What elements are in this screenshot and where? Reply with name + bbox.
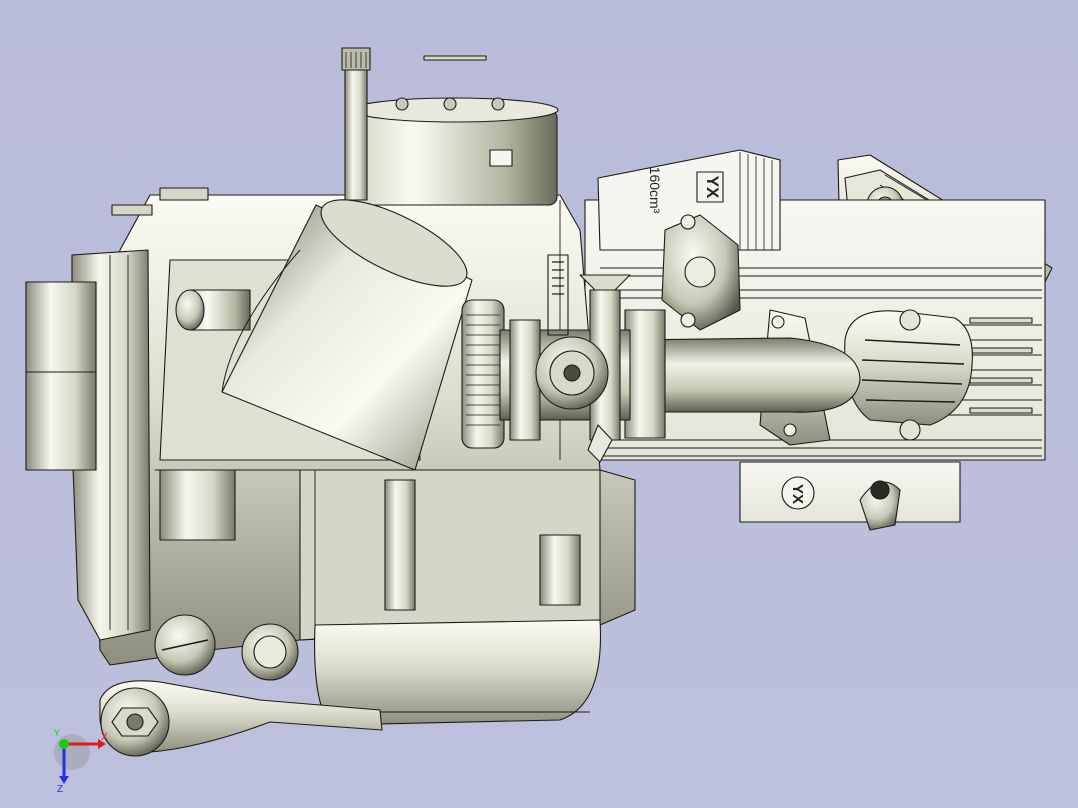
cad-viewport[interactable]: YX 160cm³ YX X Y Z	[0, 0, 1078, 808]
recoil-knob	[175, 289, 251, 331]
fuel-tank	[341, 47, 559, 206]
hose-clamp	[461, 299, 505, 449]
crankcase-mark-text: YX	[789, 484, 806, 504]
flywheel-cover	[25, 249, 151, 641]
head-mark-text: YX	[703, 176, 722, 199]
engine-3d-model[interactable]: YX 160cm³ YX	[0, 0, 1078, 808]
displacement-text: 160cm³	[647, 167, 663, 214]
